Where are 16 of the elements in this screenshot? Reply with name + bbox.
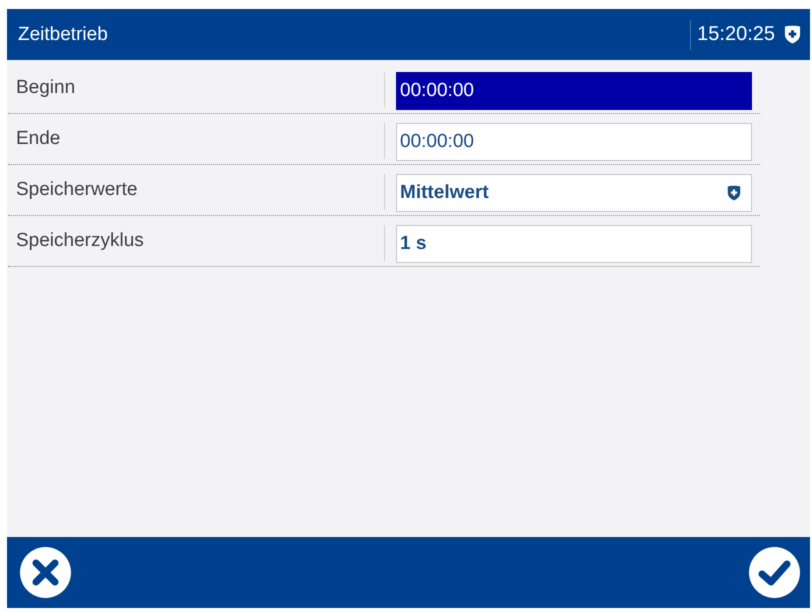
time-field[interactable]: 00:00:00 (396, 123, 752, 161)
cancel-button[interactable] (20, 547, 71, 598)
dropdown-field[interactable]: Mittelwert (396, 174, 752, 212)
input-field[interactable]: 1 s (396, 225, 752, 263)
close-icon (20, 547, 71, 598)
check-icon (749, 547, 800, 598)
setting-label: Beginn (15, 77, 76, 99)
clock-time: 15:20:25 (697, 23, 775, 46)
confirm-button[interactable] (749, 547, 800, 598)
window-title: Zeitbetrieb (18, 24, 109, 46)
setting-label: Speicherzyklus (15, 230, 145, 252)
time-field[interactable]: 00:00:00 (396, 72, 752, 110)
setting-label: Ende (15, 128, 62, 150)
shield-icon[interactable] (784, 25, 801, 44)
shield-icon[interactable] (727, 185, 741, 201)
setting-label: Speicherwerte (15, 179, 138, 201)
